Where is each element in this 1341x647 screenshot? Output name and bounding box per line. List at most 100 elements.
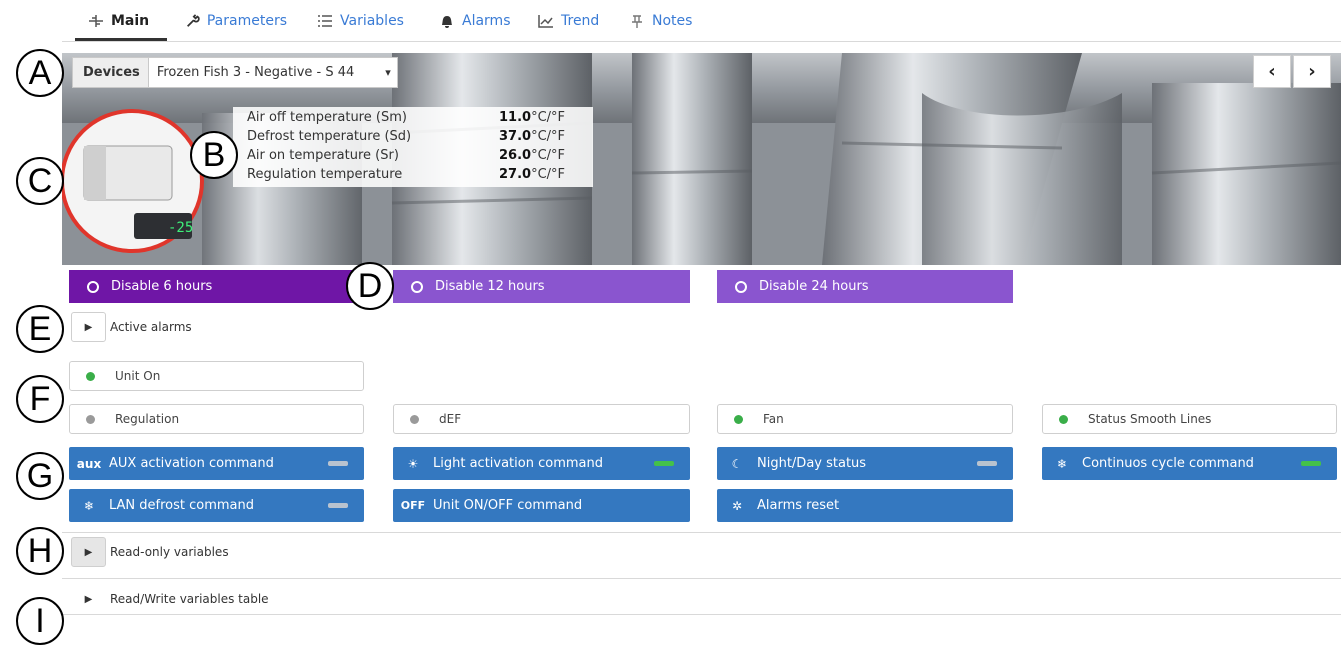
divider	[62, 532, 1341, 533]
light-activation-button[interactable]: ☀ Light activation command	[393, 447, 690, 480]
status-dot-icon	[86, 414, 95, 424]
read-write-variables-label: Read/Write variables table	[110, 592, 269, 606]
read-write-variables-toggle[interactable]: ▶	[71, 584, 106, 614]
tab-main[interactable]: Main	[75, 13, 167, 41]
device-selector: Devices Frozen Fish 3 - Negative - S 44	[72, 57, 398, 88]
tab-bar: Main Parameters Variables Alarms Trend N…	[62, 0, 1341, 42]
temperature-value: 26.0°C/°F	[499, 148, 566, 163]
read-only-variables-toggle[interactable]: ▶	[71, 537, 106, 567]
devices-label: Devices	[73, 58, 149, 87]
temperature-panel: Air off temperature (Sm) 11.0°C/°F Defro…	[233, 107, 593, 187]
led-indicator	[977, 461, 997, 466]
temperature-row: Air on temperature (Sr) 26.0°C/°F	[247, 147, 587, 167]
button-label: AUX activation command	[109, 456, 274, 471]
led-indicator	[328, 461, 348, 466]
alarm-reset-icon: ✲	[731, 498, 743, 513]
status-dot-icon	[734, 414, 743, 424]
tab-label: Notes	[652, 13, 693, 29]
temperature-name: Regulation temperature	[247, 167, 403, 182]
lightbulb-icon: ☀	[407, 456, 419, 471]
status-unit-on: Unit On	[69, 361, 364, 391]
defrost-icon: ❄	[83, 498, 95, 513]
led-indicator	[1301, 461, 1321, 466]
callout-g: G	[16, 452, 64, 500]
night-day-status-button[interactable]: ☾ Night/Day status	[717, 447, 1013, 480]
clock-icon	[411, 280, 423, 293]
button-label: LAN defrost command	[109, 498, 255, 513]
caret-right-icon: ▶	[84, 321, 93, 333]
clock-icon	[735, 280, 747, 293]
callout-f: F	[16, 375, 64, 423]
unit-on-off-button[interactable]: OFF Unit ON/OFF command	[393, 489, 690, 522]
tab-label: Variables	[340, 13, 404, 29]
temperature-name: Air off temperature (Sm)	[247, 110, 407, 125]
caret-right-icon: ▶	[84, 546, 93, 558]
divider	[62, 578, 1341, 579]
disable-12-hours-button[interactable]: Disable 12 hours	[393, 270, 690, 303]
callout-d: D	[346, 262, 394, 310]
callout-a: A	[16, 49, 64, 97]
aux-activation-button[interactable]: aux AUX activation command	[69, 447, 364, 480]
aux-icon: aux	[76, 456, 102, 471]
button-label: Disable 12 hours	[435, 279, 545, 294]
button-label: Continuos cycle command	[1082, 456, 1254, 471]
status-label: Fan	[763, 412, 784, 426]
temperature-value: 37.0°C/°F	[499, 129, 566, 144]
power-icon: OFF	[400, 499, 426, 512]
tree-icon	[89, 15, 103, 27]
active-alarms-toggle[interactable]: ▶	[71, 312, 106, 342]
temperature-row: Defrost temperature (Sd) 37.0°C/°F	[247, 128, 587, 148]
tab-label: Trend	[561, 13, 600, 29]
tab-label: Main	[111, 13, 150, 29]
button-label: Night/Day status	[757, 456, 867, 471]
device-dropdown[interactable]: Frozen Fish 3 - Negative - S 44	[149, 58, 397, 87]
wrench-icon	[187, 14, 200, 27]
continuous-cycle-button[interactable]: ❄ Continuos cycle command	[1042, 447, 1337, 480]
active-alarms-label: Active alarms	[110, 320, 192, 334]
status-dot-icon	[410, 414, 419, 424]
status-dot-icon	[86, 371, 95, 381]
list-icon	[318, 15, 332, 27]
tab-parameters[interactable]: Parameters	[173, 13, 299, 41]
button-label: Disable 24 hours	[759, 279, 869, 294]
callout-c: C	[16, 157, 64, 205]
alarms-reset-button[interactable]: ✲ Alarms reset	[717, 489, 1013, 522]
status-label: dEF	[439, 412, 462, 426]
temperature-value: 11.0°C/°F	[499, 110, 566, 125]
temperature-row: Air off temperature (Sm) 11.0°C/°F	[247, 109, 587, 129]
status-def: dEF	[393, 404, 690, 434]
status-label: Regulation	[115, 412, 180, 426]
button-label: Disable 6 hours	[111, 279, 213, 294]
status-label: Status Smooth Lines	[1088, 412, 1212, 426]
moon-icon: ☾	[731, 456, 743, 471]
callout-e: E	[16, 305, 64, 353]
caret-right-icon: ▶	[84, 593, 93, 605]
lan-defrost-button[interactable]: ❄ LAN defrost command	[69, 489, 364, 522]
previous-device-button[interactable]: ‹	[1253, 55, 1291, 88]
button-label: Light activation command	[433, 456, 603, 471]
disable-24-hours-button[interactable]: Disable 24 hours	[717, 270, 1013, 303]
clock-icon	[87, 280, 99, 293]
tab-notes[interactable]: Notes	[616, 13, 708, 41]
next-device-button[interactable]: ›	[1293, 55, 1331, 88]
led-indicator	[328, 503, 348, 508]
bell-icon	[442, 16, 452, 28]
button-label: Unit ON/OFF command	[433, 498, 583, 513]
status-smooth-lines: Status Smooth Lines	[1042, 404, 1337, 434]
tab-label: Alarms	[462, 13, 511, 29]
temperature-row: Regulation temperature 27.0°C/°F	[247, 166, 587, 186]
chart-icon	[538, 15, 553, 28]
device-banner: Devices Frozen Fish 3 - Negative - S 44 …	[62, 53, 1341, 265]
temperature-name: Defrost temperature (Sd)	[247, 129, 412, 144]
callout-b: B	[190, 131, 238, 179]
cycle-icon: ❄	[1056, 456, 1068, 471]
tab-trend[interactable]: Trend	[525, 13, 615, 41]
tab-alarms[interactable]: Alarms	[426, 13, 524, 41]
tab-variables[interactable]: Variables	[304, 13, 420, 41]
callout-h: H	[16, 527, 64, 575]
tab-label: Parameters	[206, 13, 287, 29]
device-display-value: -25	[168, 220, 194, 236]
disable-6-hours-button[interactable]: Disable 6 hours	[69, 270, 366, 303]
status-regulation: Regulation	[69, 404, 364, 434]
pin-icon	[632, 15, 642, 28]
